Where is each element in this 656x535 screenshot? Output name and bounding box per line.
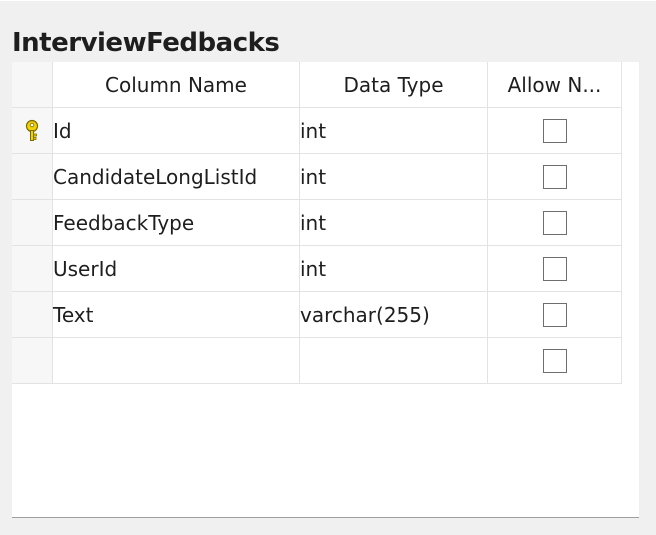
table-row-new[interactable] <box>12 337 622 384</box>
allow-nulls-checkbox[interactable] <box>542 165 567 190</box>
columns-grid-panel: Column Name Data Type Allow N... Id int … <box>12 62 639 518</box>
allow-nulls-cell <box>487 337 622 384</box>
row-selector[interactable] <box>12 107 53 154</box>
data-type-cell[interactable]: int <box>299 245 488 292</box>
allow-nulls-checkbox[interactable] <box>542 303 567 328</box>
allow-nulls-cell <box>487 107 622 154</box>
allow-nulls-cell <box>487 199 622 246</box>
key-icon <box>21 119 43 143</box>
row-selector[interactable] <box>12 245 53 292</box>
allow-nulls-checkbox[interactable] <box>542 211 567 236</box>
window-top-edge <box>0 0 656 1</box>
row-selector[interactable] <box>12 153 53 200</box>
table-row[interactable]: UserId int <box>12 245 622 292</box>
row-selector-header[interactable] <box>12 62 53 108</box>
column-name-cell[interactable]: FeedbackType <box>52 199 300 246</box>
column-name-cell[interactable]: UserId <box>52 245 300 292</box>
columns-grid: Column Name Data Type Allow N... Id int … <box>12 62 622 384</box>
allow-nulls-checkbox[interactable] <box>542 119 567 144</box>
data-type-cell[interactable]: int <box>299 107 488 154</box>
column-name-cell[interactable]: Id <box>52 107 300 154</box>
data-type-header[interactable]: Data Type <box>299 62 488 108</box>
column-name-cell[interactable]: CandidateLongListId <box>52 153 300 200</box>
allow-nulls-checkbox[interactable] <box>542 257 567 282</box>
row-selector[interactable] <box>12 291 53 338</box>
table-row[interactable]: FeedbackType int <box>12 199 622 246</box>
data-type-cell[interactable]: int <box>299 153 488 200</box>
column-name-header[interactable]: Column Name <box>52 62 300 108</box>
table-row[interactable]: Id int <box>12 107 622 154</box>
data-type-cell[interactable]: varchar(255) <box>299 291 488 338</box>
row-selector[interactable] <box>12 199 53 246</box>
table-title[interactable]: InterviewFedbacks <box>12 28 280 58</box>
column-name-cell[interactable]: Text <box>52 291 300 338</box>
table-row[interactable]: CandidateLongListId int <box>12 153 622 200</box>
row-selector[interactable] <box>12 337 53 384</box>
column-name-cell[interactable] <box>52 337 300 384</box>
allow-nulls-checkbox[interactable] <box>542 349 567 374</box>
allow-nulls-cell <box>487 153 622 200</box>
table-row[interactable]: Text varchar(255) <box>12 291 622 338</box>
data-type-cell[interactable]: int <box>299 199 488 246</box>
allow-nulls-cell <box>487 291 622 338</box>
grid-header-row: Column Name Data Type Allow N... <box>12 62 622 108</box>
allow-nulls-cell <box>487 245 622 292</box>
data-type-cell[interactable] <box>299 337 488 384</box>
allow-nulls-header[interactable]: Allow N... <box>487 62 622 108</box>
